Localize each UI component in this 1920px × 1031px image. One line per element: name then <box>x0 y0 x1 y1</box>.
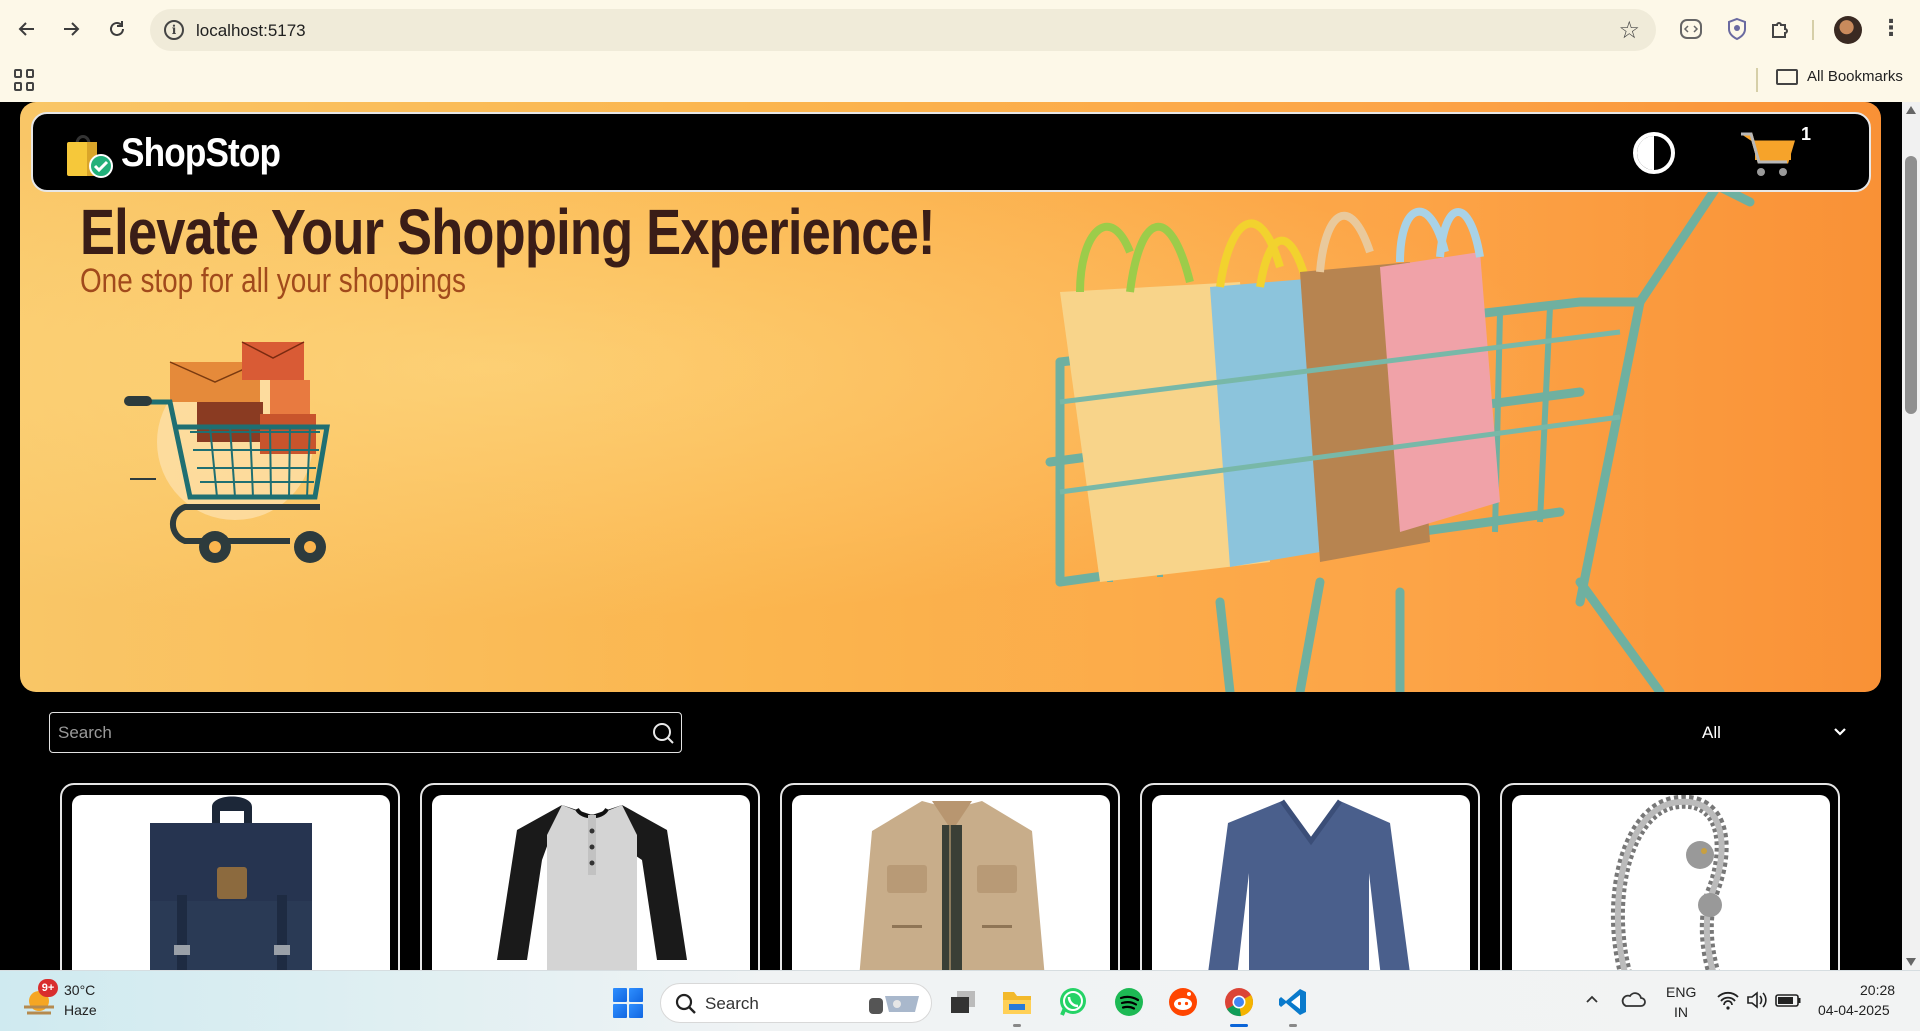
file-explorer-icon[interactable] <box>1000 985 1034 1027</box>
notification-badge: 9+ <box>38 979 58 997</box>
cart-count-badge: 1 <box>1801 124 1812 144</box>
chevron-up-icon[interactable] <box>1584 991 1600 1007</box>
product-card[interactable] <box>420 783 760 970</box>
shopping-cart-illustration <box>124 341 330 563</box>
raglan-tshirt-icon <box>497 805 687 970</box>
forward-icon[interactable] <box>56 14 86 44</box>
weather-temperature[interactable]: 30°C <box>64 982 95 998</box>
back-icon[interactable] <box>12 14 42 44</box>
product-image[interactable] <box>72 795 390 970</box>
windows-start-icon[interactable] <box>613 988 643 1018</box>
jacket-icon <box>859 801 1045 970</box>
page-scrollbar[interactable] <box>1902 102 1920 970</box>
shopping-bags-cart-image <box>1045 162 1755 692</box>
category-filter-select[interactable]: All <box>1690 712 1860 753</box>
product-image[interactable] <box>432 795 750 970</box>
clock-date[interactable]: 04-04-2025 <box>1818 1002 1890 1018</box>
spotify-icon[interactable] <box>1112 985 1146 1019</box>
shopping-bag-logo-icon[interactable] <box>63 128 115 180</box>
all-bookmarks-link[interactable]: All Bookmarks <box>1807 68 1903 85</box>
vscode-icon[interactable] <box>1276 985 1310 1027</box>
chrome-icon[interactable] <box>1222 985 1256 1027</box>
address-bar[interactable]: i localhost:5173 ☆ <box>150 9 1656 51</box>
product-card[interactable] <box>1500 783 1840 970</box>
brand-name[interactable]: ShopStop <box>121 131 281 176</box>
taskbar: 9+ 30°C Haze Search ENG IN 20:28 04-04-2… <box>0 970 1920 1031</box>
language-indicator[interactable]: ENG <box>1666 984 1696 1000</box>
product-image[interactable] <box>1152 795 1470 970</box>
product-image[interactable] <box>792 795 1110 970</box>
hero-subtitle: One stop for all your shoppings <box>80 262 466 300</box>
scrollbar-thumb[interactable] <box>1905 156 1917 414</box>
bookmark-star-icon[interactable]: ☆ <box>1618 16 1640 45</box>
hero-title: Elevate Your Shopping Experience! <box>80 196 935 268</box>
sweater-icon <box>1208 799 1410 970</box>
category-filter-value: All <box>1702 723 1721 742</box>
page-viewport: Elevate Your Shopping Experience! One st… <box>0 102 1902 970</box>
taskbar-search[interactable]: Search <box>660 983 932 1023</box>
extensions-puzzle-icon[interactable] <box>1768 16 1794 42</box>
scroll-down-icon[interactable] <box>1906 958 1916 966</box>
chevron-down-icon <box>1834 728 1846 736</box>
reload-icon[interactable] <box>102 14 132 44</box>
search-icon <box>675 993 696 1014</box>
reddit-icon[interactable] <box>1166 985 1200 1019</box>
bookmarks-bar: All Bookmarks <box>0 60 1920 102</box>
site-info-icon[interactable]: i <box>164 20 184 40</box>
product-card[interactable] <box>60 783 400 970</box>
profile-avatar[interactable] <box>1834 16 1862 44</box>
cart-icon[interactable] <box>1739 128 1795 178</box>
url-text[interactable]: localhost:5173 <box>196 21 306 41</box>
clock-time[interactable]: 20:28 <box>1860 982 1895 998</box>
theme-toggle-icon[interactable] <box>1633 132 1675 174</box>
task-view-icon[interactable] <box>946 985 980 1019</box>
product-grid <box>60 783 1860 970</box>
folder-icon[interactable] <box>1776 69 1798 85</box>
bracelet-icon <box>1610 795 1729 970</box>
extension-shield-icon[interactable] <box>1724 16 1750 42</box>
browser-toolbar: i localhost:5173 ☆ ⋮ <box>0 0 1920 60</box>
apps-grid-icon[interactable] <box>14 69 36 91</box>
taskbar-search-label: Search <box>705 994 759 1013</box>
weather-condition[interactable]: Haze <box>64 1002 97 1018</box>
search-bar <box>49 712 682 753</box>
wifi-volume-battery-icons[interactable] <box>1716 989 1806 1011</box>
whatsapp-icon[interactable] <box>1056 985 1090 1019</box>
browser-menu-icon[interactable]: ⋮ <box>1880 14 1902 42</box>
product-card[interactable] <box>1140 783 1480 970</box>
toolbar-divider <box>1812 20 1814 40</box>
site-header: ShopStop 1 <box>31 112 1871 192</box>
extension-code-icon[interactable] <box>1678 16 1704 42</box>
search-icon[interactable] <box>651 721 675 745</box>
onedrive-cloud-icon[interactable] <box>1620 989 1646 1009</box>
product-image[interactable] <box>1512 795 1830 970</box>
search-highlight-icon <box>869 996 919 1014</box>
scroll-up-icon[interactable] <box>1906 106 1916 114</box>
backpack-icon <box>150 796 312 970</box>
bookmarks-divider <box>1756 68 1758 92</box>
keyboard-layout-indicator[interactable]: IN <box>1674 1004 1688 1020</box>
product-card[interactable] <box>780 783 1120 970</box>
search-input[interactable] <box>58 713 618 752</box>
